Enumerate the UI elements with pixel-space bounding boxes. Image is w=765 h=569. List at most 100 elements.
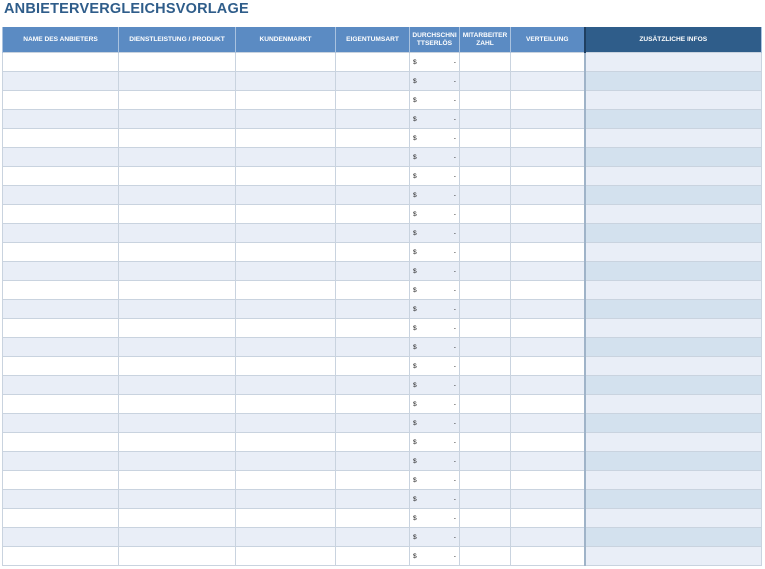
cell-revenue[interactable]: $ -	[409, 394, 460, 414]
cell-service[interactable]	[118, 356, 236, 376]
cell-service[interactable]	[118, 527, 236, 547]
cell-market[interactable]	[235, 109, 336, 129]
cell-ownership[interactable]	[335, 375, 410, 395]
cell-name[interactable]	[2, 356, 119, 376]
cell-extra[interactable]	[583, 489, 762, 509]
cell-employees[interactable]	[459, 109, 511, 129]
cell-name[interactable]	[2, 470, 119, 490]
cell-service[interactable]	[118, 413, 236, 433]
cell-ownership[interactable]	[335, 337, 410, 357]
cell-employees[interactable]	[459, 546, 511, 566]
cell-name[interactable]	[2, 280, 119, 300]
cell-extra[interactable]	[583, 261, 762, 281]
cell-employees[interactable]	[459, 318, 511, 338]
cell-service[interactable]	[118, 204, 236, 224]
cell-ownership[interactable]	[335, 299, 410, 319]
cell-revenue[interactable]: $ -	[409, 90, 460, 110]
cell-extra[interactable]	[583, 546, 762, 566]
cell-ownership[interactable]	[335, 223, 410, 243]
cell-revenue[interactable]: $ -	[409, 470, 460, 490]
col-header-ownership[interactable]: EIGENTUMSART	[335, 27, 410, 53]
cell-market[interactable]	[235, 470, 336, 490]
cell-extra[interactable]	[583, 223, 762, 243]
cell-revenue[interactable]: $ -	[409, 337, 460, 357]
cell-ownership[interactable]	[335, 204, 410, 224]
cell-name[interactable]	[2, 223, 119, 243]
cell-employees[interactable]	[459, 166, 511, 186]
cell-extra[interactable]	[583, 166, 762, 186]
cell-service[interactable]	[118, 147, 236, 167]
cell-distribution[interactable]	[510, 52, 585, 72]
cell-employees[interactable]	[459, 375, 511, 395]
cell-ownership[interactable]	[335, 432, 410, 452]
cell-extra[interactable]	[583, 90, 762, 110]
cell-ownership[interactable]	[335, 356, 410, 376]
cell-revenue[interactable]: $ -	[409, 318, 460, 338]
cell-distribution[interactable]	[510, 223, 585, 243]
cell-market[interactable]	[235, 185, 336, 205]
cell-ownership[interactable]	[335, 413, 410, 433]
cell-employees[interactable]	[459, 128, 511, 148]
cell-distribution[interactable]	[510, 166, 585, 186]
cell-employees[interactable]	[459, 147, 511, 167]
cell-market[interactable]	[235, 147, 336, 167]
cell-employees[interactable]	[459, 451, 511, 471]
cell-distribution[interactable]	[510, 546, 585, 566]
cell-name[interactable]	[2, 413, 119, 433]
cell-name[interactable]	[2, 204, 119, 224]
cell-name[interactable]	[2, 394, 119, 414]
cell-revenue[interactable]: $ -	[409, 204, 460, 224]
cell-extra[interactable]	[583, 318, 762, 338]
cell-extra[interactable]	[583, 242, 762, 262]
cell-revenue[interactable]: $ -	[409, 356, 460, 376]
cell-market[interactable]	[235, 546, 336, 566]
cell-service[interactable]	[118, 546, 236, 566]
col-header-service[interactable]: DIENSTLEISTUNG / PRODUKT	[118, 27, 236, 53]
cell-market[interactable]	[235, 299, 336, 319]
cell-name[interactable]	[2, 128, 119, 148]
cell-name[interactable]	[2, 489, 119, 509]
cell-service[interactable]	[118, 52, 236, 72]
cell-employees[interactable]	[459, 223, 511, 243]
cell-extra[interactable]	[583, 451, 762, 471]
cell-distribution[interactable]	[510, 299, 585, 319]
cell-name[interactable]	[2, 147, 119, 167]
cell-name[interactable]	[2, 299, 119, 319]
cell-extra[interactable]	[583, 71, 762, 91]
cell-revenue[interactable]: $ -	[409, 508, 460, 528]
cell-ownership[interactable]	[335, 261, 410, 281]
cell-ownership[interactable]	[335, 546, 410, 566]
cell-service[interactable]	[118, 394, 236, 414]
cell-service[interactable]	[118, 318, 236, 338]
cell-market[interactable]	[235, 166, 336, 186]
cell-distribution[interactable]	[510, 242, 585, 262]
cell-market[interactable]	[235, 508, 336, 528]
cell-ownership[interactable]	[335, 90, 410, 110]
cell-name[interactable]	[2, 508, 119, 528]
cell-employees[interactable]	[459, 261, 511, 281]
cell-name[interactable]	[2, 527, 119, 547]
cell-employees[interactable]	[459, 508, 511, 528]
cell-revenue[interactable]: $ -	[409, 128, 460, 148]
cell-name[interactable]	[2, 337, 119, 357]
col-header-name[interactable]: NAME DES ANBIETERS	[2, 27, 119, 53]
cell-ownership[interactable]	[335, 242, 410, 262]
cell-distribution[interactable]	[510, 451, 585, 471]
cell-distribution[interactable]	[510, 128, 585, 148]
cell-ownership[interactable]	[335, 527, 410, 547]
cell-name[interactable]	[2, 432, 119, 452]
cell-name[interactable]	[2, 109, 119, 129]
cell-market[interactable]	[235, 375, 336, 395]
cell-distribution[interactable]	[510, 109, 585, 129]
cell-service[interactable]	[118, 508, 236, 528]
cell-extra[interactable]	[583, 470, 762, 490]
cell-extra[interactable]	[583, 204, 762, 224]
cell-ownership[interactable]	[335, 166, 410, 186]
cell-revenue[interactable]: $ -	[409, 185, 460, 205]
cell-employees[interactable]	[459, 299, 511, 319]
cell-revenue[interactable]: $ -	[409, 489, 460, 509]
cell-employees[interactable]	[459, 489, 511, 509]
cell-extra[interactable]	[583, 280, 762, 300]
cell-extra[interactable]	[583, 128, 762, 148]
cell-ownership[interactable]	[335, 489, 410, 509]
